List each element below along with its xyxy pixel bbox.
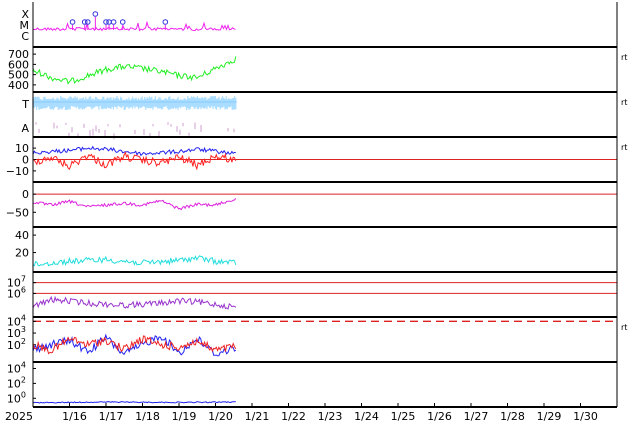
y-tick-label: 102 (7, 375, 26, 390)
x-tick-label: 1/19 (172, 410, 197, 423)
series-line-dst (32, 198, 237, 211)
x-tick-label: 1/24 (354, 410, 379, 423)
x-tick-label: 1/21 (245, 410, 270, 423)
series-line-bt (32, 145, 236, 157)
x-tick-label: 1/29 (537, 410, 562, 423)
flare-marker (106, 19, 112, 25)
series-line-bz (32, 151, 237, 171)
panel-plasma: TArt (21, 96, 627, 140)
y-tick-exponent: 6 (21, 285, 26, 294)
x-tick-label: 1/26 (427, 410, 452, 423)
y-tick-base: 10 (7, 287, 21, 300)
x-tick-label: 1/17 (99, 410, 124, 423)
panel-layer: XMC700600500400rtTArt100−10rt0−504020107… (6, 2, 627, 408)
series-line-bt (32, 401, 236, 404)
y-tick-exponent: 3 (21, 325, 26, 334)
y-tick-label: −50 (6, 206, 29, 219)
series-line-electron (32, 295, 237, 310)
panel-dst: 0−50 (6, 188, 617, 228)
y-tick-label: 40 (15, 229, 29, 242)
y-tick-label: C (21, 30, 29, 43)
flare-marker (110, 19, 117, 25)
y-tick-label: 102 (7, 337, 26, 352)
x-tick-label: 1/27 (464, 410, 489, 423)
x-tick-label: 1/23 (318, 410, 343, 423)
right-label: rt (621, 143, 627, 152)
panel-proton-low: 104102100 (7, 360, 617, 408)
y-tick-base: 10 (7, 339, 21, 352)
y-tick-label: 106 (7, 285, 26, 300)
x-tick-label: 1/30 (573, 410, 598, 423)
y-tick-exponent: 7 (21, 275, 26, 284)
series-line-speed (32, 56, 237, 85)
y-tick-exponent: 4 (21, 360, 26, 369)
flare-marker (92, 11, 99, 17)
flare-marker (69, 19, 76, 25)
x-tick-label: 1/16 (62, 410, 87, 423)
series-line-kp (32, 255, 237, 267)
label-layer: 2025 1/16 1/17 1/18 1/19 1/20 1/21 1/22 1/23 1/24… (5, 410, 598, 423)
y-tick-exponent: 0 (21, 390, 26, 399)
series-band-temperature (32, 96, 237, 110)
panel-xray: XMC (20, 8, 617, 48)
panel-imf: 100−10rt (6, 142, 627, 183)
y-tick-exponent: 2 (21, 375, 26, 384)
y-tick-label: A (21, 122, 29, 135)
flare-marker (84, 19, 91, 25)
y-tick-exponent: 2 (21, 337, 26, 346)
x-tick-label: 2025 (5, 410, 33, 423)
y-tick-label: 0 (22, 188, 29, 201)
right-label: rt (621, 98, 627, 107)
y-tick-label: 20 (15, 247, 29, 260)
y-tick-label: 100 (7, 390, 26, 405)
x-tick-label: 1/22 (281, 410, 306, 423)
y-tick-base: 10 (7, 377, 21, 390)
panel-speed: 700600500400rt (8, 48, 627, 93)
y-tick-label: T (21, 98, 29, 111)
panel-kp: 4020 (15, 229, 617, 273)
panel-proton: 104103102rt (7, 313, 627, 363)
series-line-flare (32, 20, 236, 32)
y-tick-label: −10 (6, 165, 29, 178)
right-label: rt (621, 323, 627, 332)
y-tick-base: 10 (7, 362, 21, 375)
y-tick-base: 10 (7, 392, 21, 405)
y-tick-label: 400 (8, 79, 29, 92)
x-tick-label: 1/18 (135, 410, 160, 423)
x-tick-label: 1/28 (500, 410, 525, 423)
right-label: rt (621, 53, 627, 62)
series-line-proton (32, 335, 237, 355)
panel-electron: 107106 (7, 275, 617, 318)
space-weather-chart: XMC700600500400rtTArt100−10rt0−504020107… (5, 2, 627, 423)
y-tick-label: 104 (7, 360, 26, 375)
y-tick-exponent: 4 (21, 313, 26, 322)
x-tick-label: 1/20 (208, 410, 233, 423)
flare-marker (119, 19, 126, 25)
x-tick-label: 1/25 (391, 410, 416, 423)
flare-marker (162, 19, 169, 25)
